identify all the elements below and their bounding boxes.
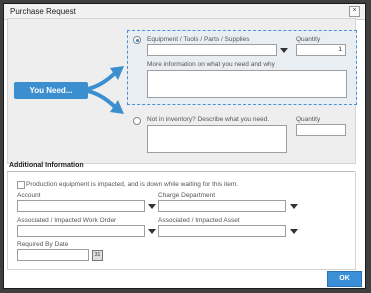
- chevron-down-icon[interactable]: [148, 229, 156, 234]
- account-label: Account: [17, 192, 41, 199]
- equipment-label: Equipment / Tools / Parts / Supplies: [147, 36, 250, 43]
- close-icon[interactable]: ×: [349, 6, 360, 17]
- chevron-down-icon[interactable]: [280, 48, 288, 53]
- asset-label: Associated / Impacted Asset: [158, 217, 240, 224]
- equipment-select[interactable]: [147, 44, 277, 56]
- you-need-callout: You Need...: [14, 82, 88, 99]
- chevron-down-icon[interactable]: [290, 229, 298, 234]
- dialog-title: Purchase Request: [10, 7, 76, 16]
- quantity-label: Quantity: [296, 36, 321, 43]
- quantity-input-2[interactable]: [296, 124, 346, 136]
- production-impact-label: Production equipment is impacted, and is…: [26, 181, 239, 188]
- charge-department-select[interactable]: [158, 200, 286, 212]
- quantity-input[interactable]: 1: [296, 44, 346, 56]
- production-impact-checkbox[interactable]: [17, 181, 25, 189]
- chevron-down-icon[interactable]: [290, 204, 298, 209]
- work-order-label: Associated / Impacted Work Order: [17, 217, 117, 224]
- required-date-label: Required By Date: [17, 241, 69, 248]
- radio-equipment[interactable]: [133, 36, 141, 44]
- chevron-down-icon[interactable]: [148, 204, 156, 209]
- not-in-inventory-label: Not in inventory? Describe what you need…: [147, 116, 270, 123]
- asset-select[interactable]: [158, 225, 286, 237]
- charge-department-label: Charge Department: [158, 192, 216, 199]
- ok-button[interactable]: OK: [327, 271, 362, 287]
- required-date-input[interactable]: [17, 249, 89, 261]
- account-select[interactable]: [17, 200, 145, 212]
- more-info-label: More information on what you need and wh…: [147, 61, 275, 68]
- calendar-icon[interactable]: 31: [92, 250, 103, 261]
- additional-heading: Additional Information: [9, 162, 84, 169]
- quantity-label-2: Quantity: [296, 116, 321, 123]
- more-info-textarea[interactable]: [147, 70, 347, 98]
- radio-not-in-inventory[interactable]: [133, 117, 141, 125]
- describe-textarea[interactable]: [147, 125, 287, 153]
- work-order-select[interactable]: [17, 225, 145, 237]
